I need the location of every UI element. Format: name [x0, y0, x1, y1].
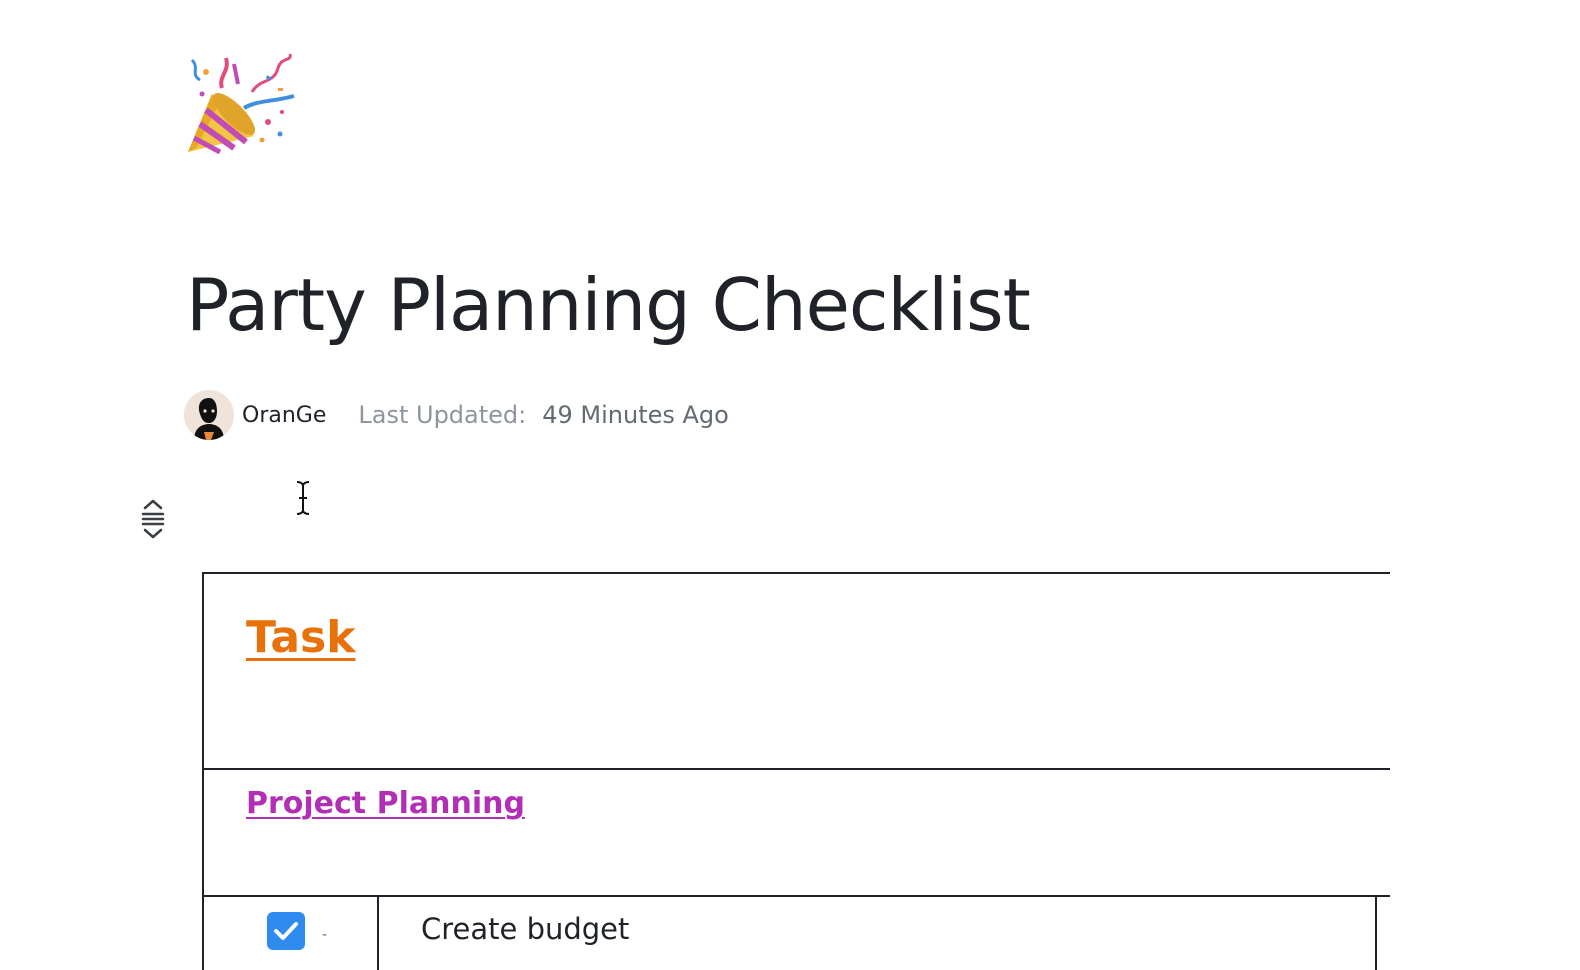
- text-cursor-icon: [292, 480, 314, 516]
- page-title[interactable]: Party Planning Checklist: [186, 262, 1031, 348]
- author-name[interactable]: OranGe: [242, 403, 326, 428]
- task-checkbox[interactable]: [267, 912, 305, 950]
- document-meta: OranGe Last Updated: 49 Minutes Ago: [184, 390, 729, 440]
- checklist-table: [202, 572, 1390, 970]
- section-heading-link[interactable]: Project Planning: [246, 786, 525, 821]
- last-updated-label: Last Updated:: [358, 401, 527, 429]
- task-heading-link[interactable]: Task: [246, 612, 355, 663]
- table-border-header: [202, 768, 1390, 770]
- task-text[interactable]: Create budget: [421, 912, 629, 946]
- table-border-left: [202, 572, 204, 970]
- user-avatar[interactable]: [184, 390, 234, 440]
- party-popper-icon[interactable]: [182, 48, 300, 166]
- table-column-divider-right: [1375, 895, 1377, 970]
- table-border-top: [202, 572, 1390, 574]
- last-updated-value: 49 Minutes Ago: [542, 401, 729, 429]
- row-handle[interactable]: -: [322, 928, 327, 942]
- table-column-divider: [377, 895, 379, 970]
- check-icon: [274, 922, 298, 940]
- table-border-section: [202, 895, 1390, 897]
- block-drag-handle-icon[interactable]: [138, 498, 168, 540]
